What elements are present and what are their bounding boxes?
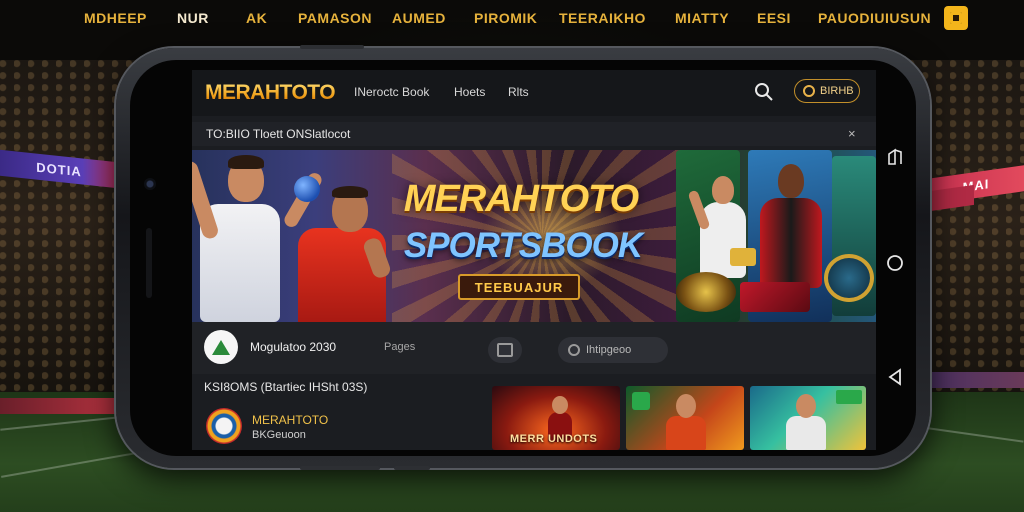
- filter-chip-label: Ihtipgeoo: [586, 344, 632, 356]
- nav-item-hoets[interactable]: Hoets: [454, 85, 485, 99]
- speaker-grille: [146, 228, 152, 298]
- app-header: MERAHTOTO INeroctc Book Hoets Rlts BIRHB: [192, 70, 876, 116]
- banner-tag: TEEBUAJUR: [458, 274, 580, 300]
- feed-row: Mogulatoo 2030 Pages Ihtipgeoo: [192, 322, 876, 374]
- top-nav-item[interactable]: MDHEEP: [84, 10, 147, 26]
- thumbnail-caption: MERR UNDOTS: [510, 433, 598, 445]
- globe-icon: [568, 344, 580, 356]
- section-title: KSI8OMS (Btartiec IHSht 03S): [204, 380, 368, 394]
- brand-icon[interactable]: [204, 330, 238, 364]
- nav-item-rlts[interactable]: Rlts: [508, 85, 529, 99]
- game-thumbnail[interactable]: [750, 386, 866, 450]
- game-thumbnail[interactable]: MERR UNDOTS: [492, 386, 620, 450]
- chip-stack-icon: [676, 272, 736, 312]
- camera-icon: [144, 178, 156, 190]
- banner-subtitle: SPORTSBOOK: [403, 226, 643, 265]
- top-nav-item[interactable]: PAMASON: [298, 10, 372, 26]
- top-nav-item[interactable]: PAUODIUIUSUN: [818, 10, 931, 26]
- promo-banner[interactable]: MERAHTOTO SPORTSBOOK TEEBUAJUR: [192, 150, 876, 322]
- top-nav-item[interactable]: PIROMIK: [474, 10, 537, 26]
- close-icon[interactable]: ×: [848, 126, 856, 141]
- ticket-icon: [730, 248, 756, 266]
- notice-bar: TO:BIIO Tloett ONSlatlocot ×: [192, 122, 876, 146]
- filter-chip[interactable]: Ihtipgeoo: [558, 337, 668, 363]
- top-nav-item[interactable]: NUR: [177, 10, 209, 26]
- volume-button: [300, 45, 364, 49]
- account-avatar[interactable]: [206, 408, 242, 444]
- app-screen: MERAHTOTO INeroctc Book Hoets Rlts BIRHB…: [192, 70, 876, 450]
- nav-item-sportsbook[interactable]: INeroctc Book: [354, 85, 429, 99]
- cards-icon: [740, 282, 810, 312]
- app-badge-icon[interactable]: [944, 6, 968, 30]
- home-button-icon[interactable]: [884, 252, 906, 274]
- recent-apps-icon[interactable]: [884, 146, 906, 168]
- message-icon: [497, 343, 513, 357]
- side-button: [394, 466, 430, 470]
- roulette-icon: [824, 254, 874, 302]
- top-nav-item[interactable]: AK: [246, 10, 267, 26]
- user-icon: [803, 85, 815, 97]
- login-button[interactable]: BIRHB: [794, 79, 860, 103]
- top-nav-item[interactable]: TEERAIKHO: [559, 10, 646, 26]
- pages-link[interactable]: Pages: [384, 341, 415, 353]
- account-name[interactable]: MERAHTOTO: [252, 413, 328, 427]
- power-button: [300, 466, 380, 470]
- top-nav-item[interactable]: EESI: [757, 10, 791, 26]
- message-button[interactable]: [488, 337, 522, 363]
- top-navigation: MDHEEP NUR AK PAMASON AUMED PIROMIK TEER…: [0, 0, 1024, 38]
- feed-name: Mogulatoo 2030: [250, 340, 337, 354]
- top-nav-item[interactable]: MIATTY: [675, 10, 729, 26]
- game-thumbnail[interactable]: [626, 386, 744, 450]
- app-logo[interactable]: MERAHTOTO: [205, 81, 336, 105]
- top-nav-item[interactable]: AUMED: [392, 10, 446, 26]
- back-button-icon[interactable]: [884, 366, 906, 388]
- account-subtitle: BKGeuoon: [252, 429, 306, 441]
- notice-text: TO:BIIO Tloett ONSlatlocot: [206, 127, 351, 141]
- login-label: BIRHB: [820, 85, 854, 97]
- search-icon[interactable]: [754, 82, 776, 104]
- pitch-strip-right: [930, 372, 1024, 388]
- banner-title: MERAHTOTO: [403, 178, 640, 220]
- pitch-strip-left: [0, 398, 118, 414]
